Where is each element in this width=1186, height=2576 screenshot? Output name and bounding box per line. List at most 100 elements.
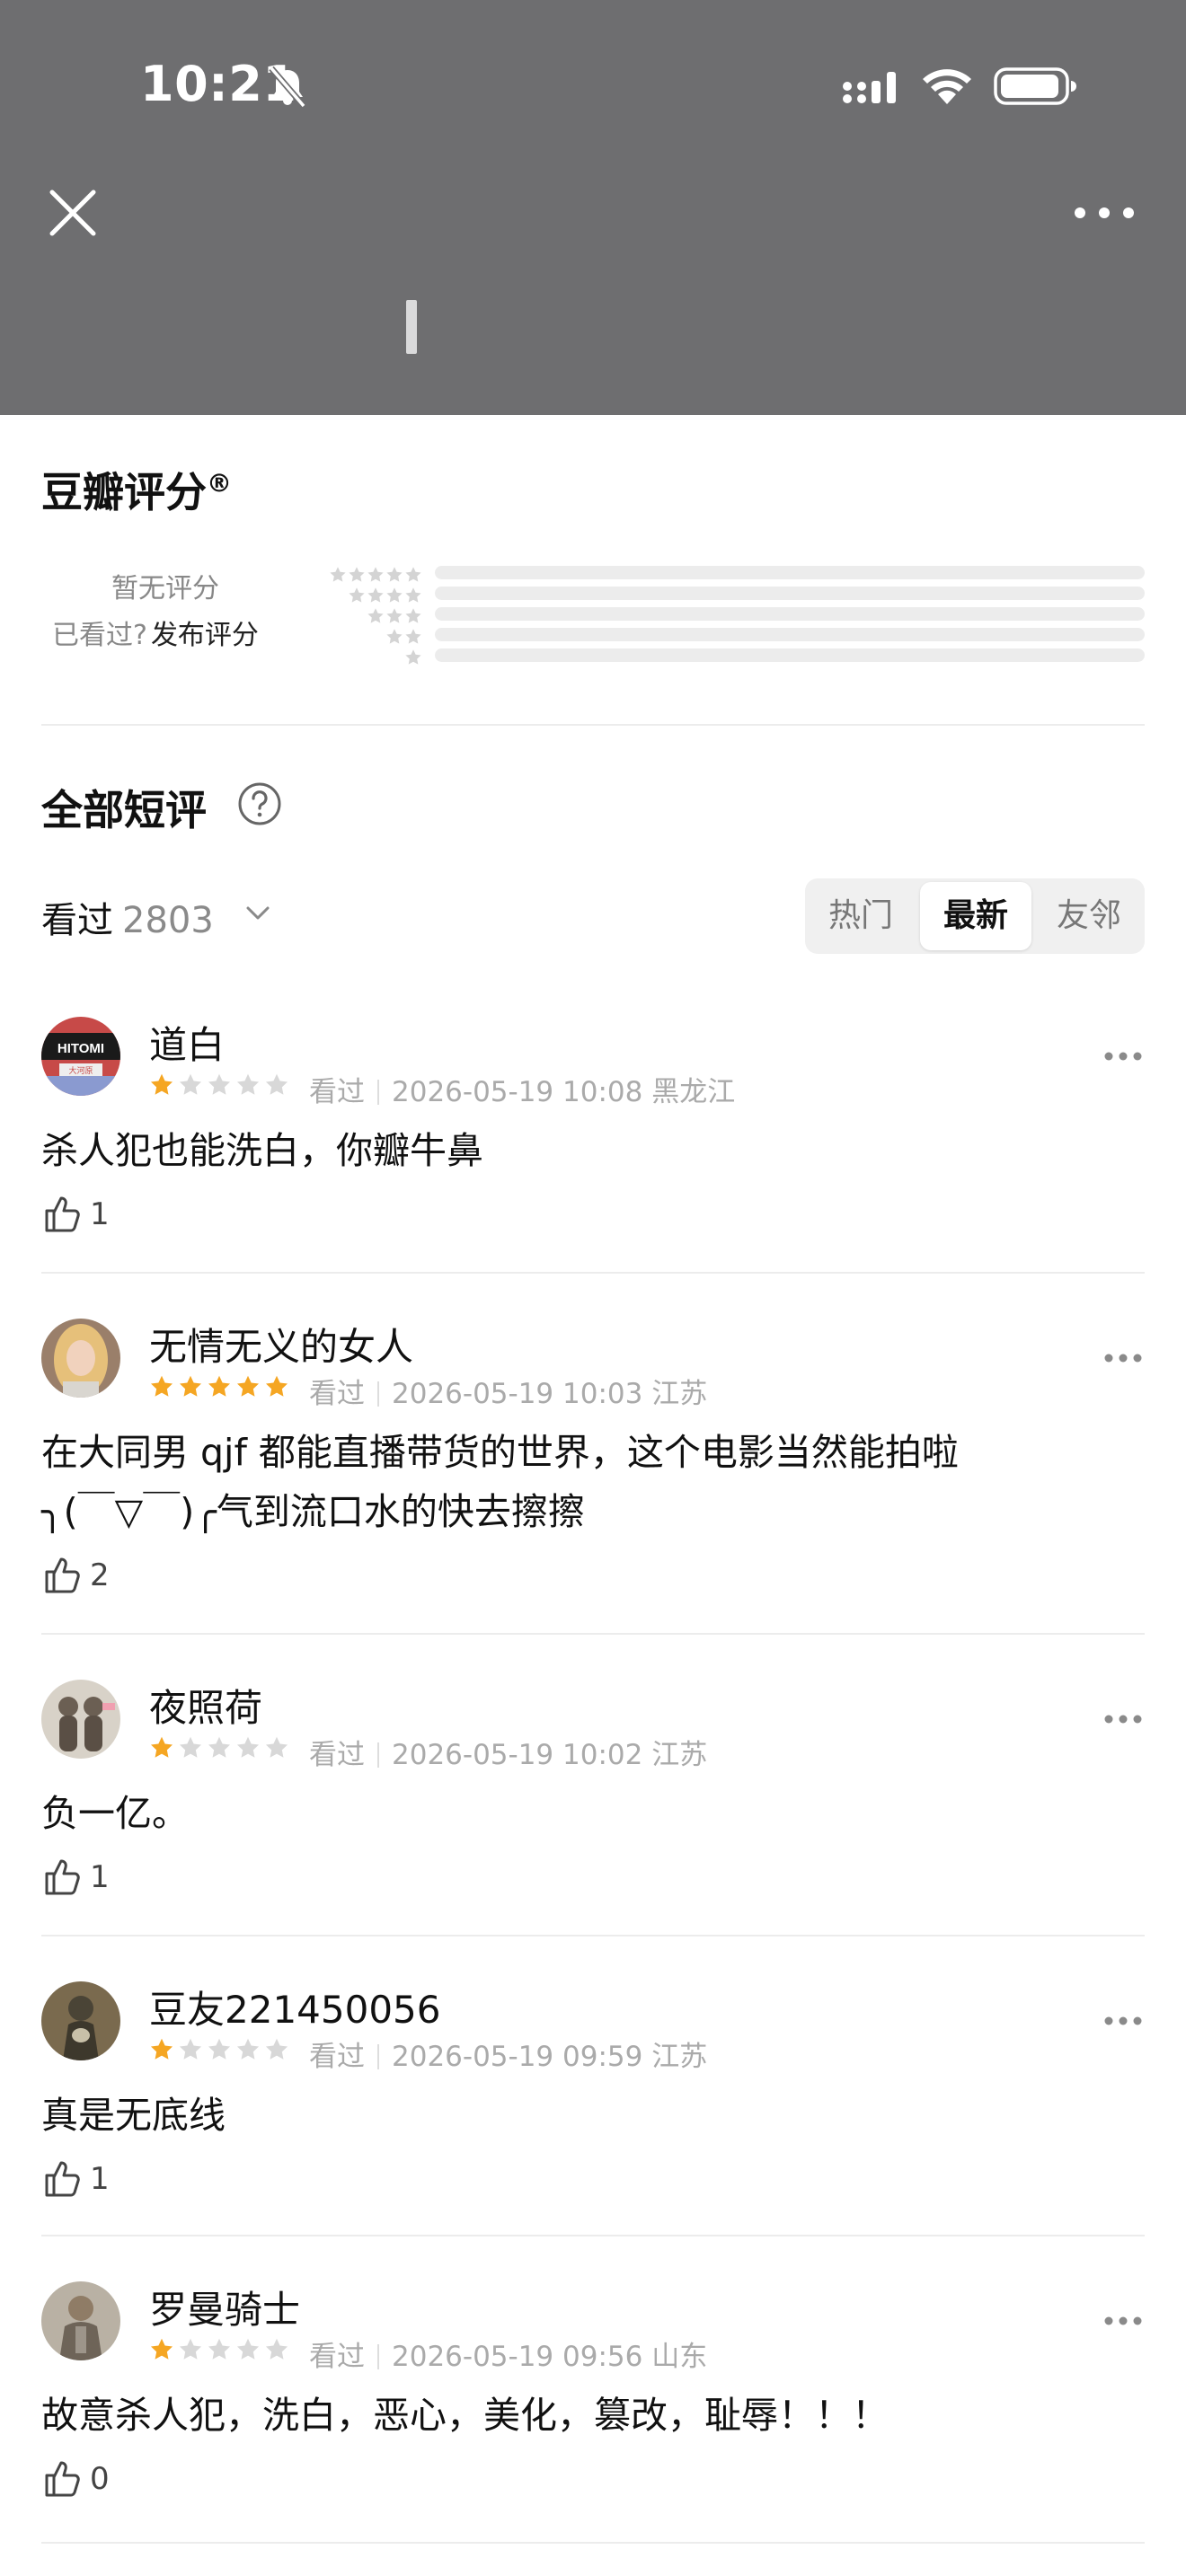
star-icon	[405, 607, 421, 623]
tab-friends[interactable]: 友邻	[1033, 878, 1145, 954]
meta-separator	[377, 1381, 379, 1407]
rating-bar	[435, 628, 1145, 641]
comment-line: 杀人犯也能洗白，你瓣牛鼻	[41, 1129, 483, 1172]
comment-meta: 看过 2026-05-19 10:08 黑龙江	[309, 1069, 735, 1109]
star-icon	[150, 2338, 173, 2360]
all-reviews-title: 全部短评	[41, 786, 207, 834]
star-level-1	[323, 647, 422, 667]
star-icon	[150, 2038, 173, 2060]
star-icon	[236, 1375, 260, 1397]
star-icon	[236, 2038, 260, 2060]
watch-status: 看过	[309, 1739, 365, 1771]
comment-text: 负一亿。	[41, 1784, 189, 1843]
star-icon	[349, 587, 365, 603]
like-button[interactable]: 1	[41, 1856, 110, 1899]
tab-hot[interactable]: 热门	[805, 878, 916, 954]
comment-more-button[interactable]	[1103, 2314, 1143, 2326]
like-icon	[45, 2161, 80, 2197]
comment-divider	[41, 1633, 1145, 1635]
like-button[interactable]: 1	[41, 1193, 110, 1236]
like-button[interactable]: 1	[41, 2157, 110, 2201]
like-button[interactable]: 0	[41, 2457, 110, 2501]
comment-more-icon[interactable]	[1103, 2015, 1143, 2027]
star-icon	[179, 1736, 202, 1758]
star-icon	[386, 587, 403, 603]
comment-timestamp: 2026-05-19 10:02 江苏	[392, 1739, 708, 1771]
chevron-down-icon[interactable]	[244, 904, 271, 923]
star-level-4	[323, 585, 422, 605]
star-icon	[367, 566, 384, 582]
comment-divider	[41, 1272, 1145, 1274]
comment-divider	[41, 2235, 1145, 2236]
username[interactable]: 豆友221450056	[149, 1980, 441, 2034]
comment-more-button[interactable]	[1103, 1712, 1143, 1725]
meta-separator	[377, 1742, 379, 1768]
avatar[interactable]	[41, 2281, 120, 2360]
help-icon[interactable]	[237, 781, 282, 826]
comment-more-button[interactable]	[1103, 2014, 1143, 2026]
like-count: 0	[90, 2461, 110, 2497]
comment-more-icon[interactable]	[1103, 1352, 1143, 1364]
star-icon	[208, 1375, 231, 1397]
user-rating	[149, 1072, 293, 1098]
star-icon	[179, 1073, 202, 1095]
user-rating	[149, 1735, 293, 1760]
star-icon	[236, 2338, 260, 2360]
tab-latest[interactable]: 最新	[920, 882, 1031, 950]
like-count: 1	[90, 1859, 110, 1895]
star-icon	[330, 566, 346, 582]
comment-more-button[interactable]	[1103, 1049, 1143, 1062]
like-count: 2	[90, 1557, 110, 1593]
username[interactable]: 罗曼骑士	[149, 2280, 300, 2334]
star-icon	[179, 2038, 202, 2060]
like-icon	[45, 1557, 80, 1593]
star-icon	[367, 607, 384, 623]
watch-status: 看过	[309, 2041, 365, 2073]
more-options-icon[interactable]	[1073, 199, 1136, 226]
username[interactable]: 夜照荷	[149, 1678, 262, 1733]
rating-bar	[435, 566, 1145, 579]
avatar[interactable]: HITOMI 大河原	[41, 1017, 120, 1096]
username[interactable]: 无情无义的女人	[149, 1317, 413, 1372]
star-icon	[208, 1736, 231, 1758]
rating-distribution-bars	[435, 566, 1145, 669]
comment-timestamp: 2026-05-19 10:03 江苏	[392, 1378, 708, 1410]
comment-line: 在大同男 qjf 都能直播带货的世界，这个电影当然能拍啦	[41, 1431, 959, 1474]
battery-icon	[994, 67, 1076, 105]
comment-more-button[interactable]	[1103, 1351, 1143, 1363]
star-icon	[405, 587, 421, 603]
comment-meta: 看过 2026-05-19 09:59 江苏	[309, 2033, 707, 2074]
comment-more-icon[interactable]	[1103, 2315, 1143, 2327]
comment-line: 真是无底线	[41, 2094, 226, 2137]
rating-bar	[435, 587, 1145, 600]
comment-more-icon[interactable]	[1103, 1050, 1143, 1063]
avatar[interactable]	[41, 1319, 120, 1398]
comment-line: 故意杀人犯，洗白，恶心，美化，篡改，耻辱！！！	[41, 2394, 889, 2437]
username[interactable]: 道白	[149, 1015, 225, 1070]
meta-separator	[377, 2344, 379, 2369]
comment-line: 负一亿。	[41, 1792, 189, 1835]
publish-rating-prompt: 已看过? 发布评分	[52, 613, 259, 652]
star-icon	[236, 1073, 260, 1095]
like-button[interactable]: 2	[41, 1554, 110, 1597]
star-icon	[236, 1736, 260, 1758]
publish-rating-link[interactable]: 发布评分	[151, 620, 259, 651]
star-icon	[150, 1375, 173, 1397]
comment-text: 真是无底线	[41, 2086, 226, 2145]
watch-status: 看过	[309, 1378, 365, 1410]
avatar[interactable]	[41, 1981, 120, 2060]
top-bar: 10:21	[0, 0, 1186, 415]
filter-count: 2803	[122, 900, 214, 941]
star-icon	[405, 628, 421, 644]
close-icon[interactable]	[45, 185, 101, 241]
avatar[interactable]	[41, 1680, 120, 1759]
comment-meta: 看过 2026-05-19 09:56 山东	[309, 2333, 707, 2374]
section-divider	[41, 724, 1145, 726]
avatar-sign-text: HITOMI	[58, 1041, 104, 1056]
filter-dropdown[interactable]: 看过 2803	[41, 891, 214, 943]
watch-status: 看过	[309, 1076, 365, 1108]
star-icon	[265, 1073, 288, 1095]
comment-more-icon[interactable]	[1103, 1713, 1143, 1725]
user-rating	[149, 1374, 293, 1399]
like-icon	[45, 1859, 80, 1895]
